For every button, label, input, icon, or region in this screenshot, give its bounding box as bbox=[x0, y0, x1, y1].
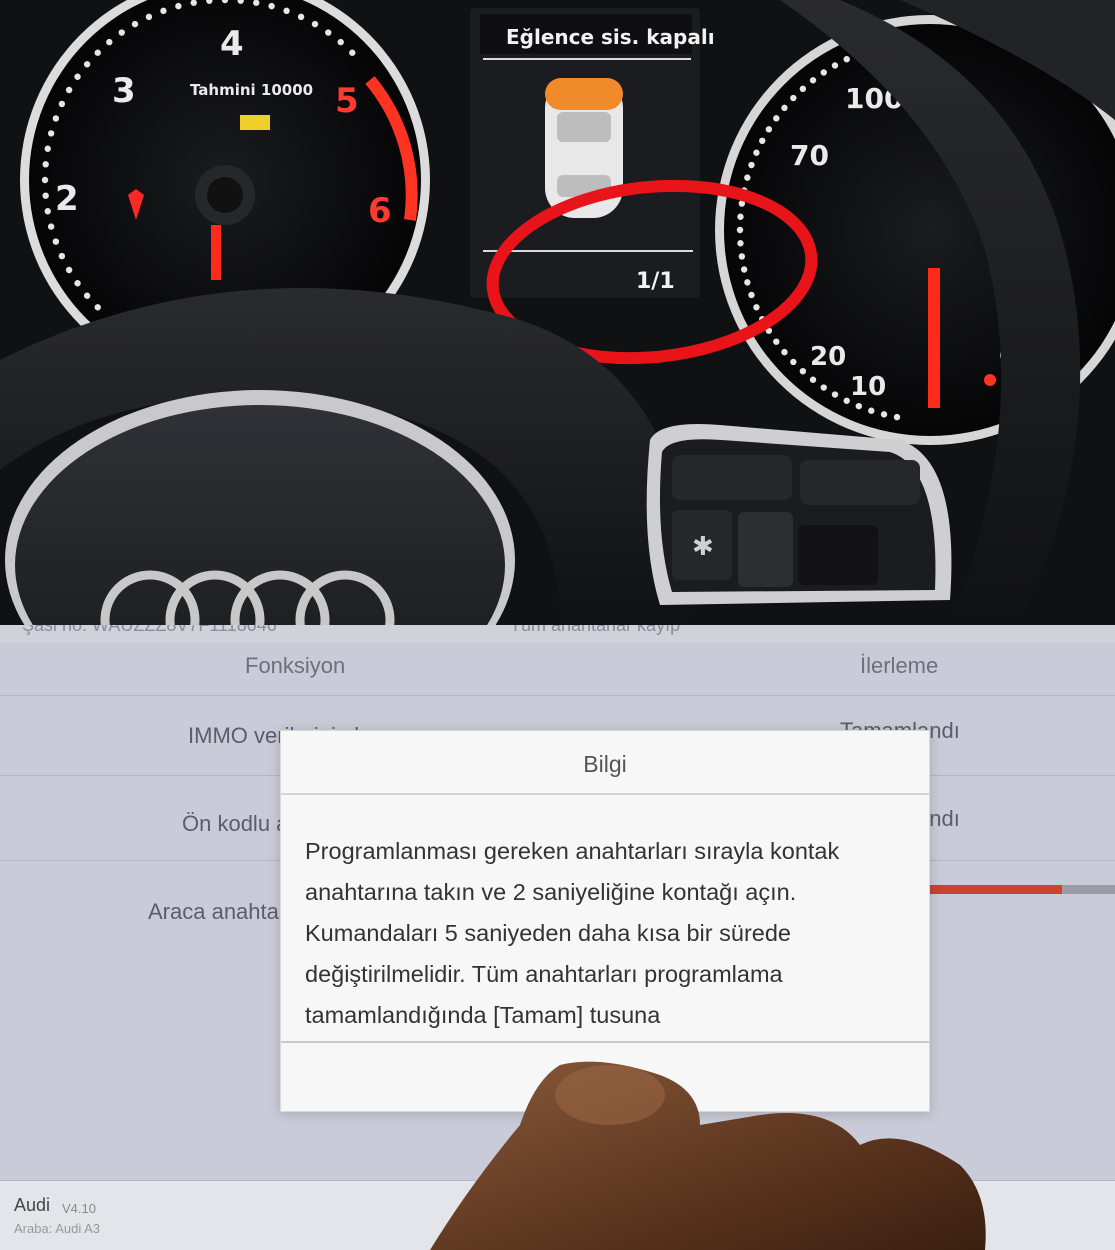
gauge-tick bbox=[58, 252, 66, 260]
gauge-tick bbox=[843, 56, 850, 63]
progress-bar bbox=[925, 885, 1115, 894]
gauge-tick bbox=[118, 29, 125, 36]
progress-bar-fill bbox=[925, 885, 1062, 894]
gauge-tick bbox=[42, 192, 49, 199]
gauge-tick bbox=[736, 226, 744, 234]
info-dialog: Bilgi Programlanması gereken anahtarları… bbox=[280, 730, 930, 1112]
gauge-tick bbox=[94, 304, 101, 311]
gauge-tick bbox=[880, 411, 888, 418]
gauge-tick bbox=[893, 413, 901, 421]
speed-mark-20: 20 bbox=[810, 342, 846, 372]
gauge-tick bbox=[748, 161, 755, 169]
gauge-tick bbox=[74, 73, 81, 80]
tach-mark-2: 2 bbox=[55, 179, 79, 219]
gauge-tick bbox=[855, 402, 863, 410]
tach-mark-5: 5 bbox=[335, 81, 359, 121]
tach-mark-4: 4 bbox=[220, 24, 244, 64]
gauge-tick bbox=[65, 266, 73, 274]
odometer-small: Tahmini 10000 bbox=[190, 81, 313, 99]
gauge-tick bbox=[781, 104, 788, 112]
gauge-tick bbox=[781, 348, 788, 356]
gauge-tick bbox=[325, 29, 332, 36]
gauge-tick bbox=[58, 100, 66, 108]
gauge-tick bbox=[773, 338, 780, 345]
vin-text: Şasi no: WAUZZZ8V7F1118046 bbox=[22, 625, 277, 635]
gauge-tick bbox=[748, 291, 755, 299]
steering-wheel-buttons: ✱ bbox=[646, 424, 952, 605]
gauge-tick bbox=[337, 38, 344, 46]
gauge-tick bbox=[47, 130, 55, 137]
gauge-tick bbox=[311, 20, 319, 28]
tach-mark-3: 3 bbox=[112, 71, 136, 111]
gauge-tick bbox=[737, 213, 744, 220]
dialog-message: Programlanması gereken anahtarları sıray… bbox=[305, 838, 840, 1028]
column-header-progress: İlerleme bbox=[860, 653, 939, 678]
speed-mark-70: 70 bbox=[790, 139, 829, 172]
ok-button[interactable]: Tamam bbox=[281, 1043, 929, 1111]
gauge-tick bbox=[765, 126, 773, 133]
header-divider bbox=[0, 695, 1115, 696]
tablet-screen: Şasi no: WAUZZZ8V7F1118046 Tüm anahtarla… bbox=[0, 625, 1115, 1250]
gauge-tick bbox=[799, 85, 807, 93]
mfd-header: Eğlence sis. kapalı bbox=[506, 25, 715, 49]
instrument-cluster-photo: Tahmini 10000 2 3 4 5 6 100 70 20 10 Eğl… bbox=[0, 0, 1115, 625]
gauge-tick bbox=[809, 77, 817, 84]
gauge-tick bbox=[868, 407, 875, 414]
gauge-tick bbox=[773, 115, 780, 122]
gauge-tick bbox=[160, 7, 167, 15]
gauge-tick bbox=[744, 279, 751, 286]
gauge-tick bbox=[790, 358, 797, 366]
gauge-tick bbox=[65, 86, 73, 94]
mfd-page-indicator: 1/1 bbox=[636, 269, 675, 294]
star-icon: ✱ bbox=[692, 531, 714, 561]
footer-bar: Audi V4.10 Araba: Audi A3 bbox=[0, 1180, 1115, 1250]
gauge-tick bbox=[738, 253, 746, 260]
gauge-tick bbox=[820, 384, 827, 391]
gauge-tick bbox=[175, 2, 182, 10]
gauge-tick bbox=[790, 94, 797, 102]
footer-version: V4.10 bbox=[62, 1201, 96, 1216]
gauge-tick bbox=[52, 115, 60, 122]
gauge-tick bbox=[131, 20, 139, 28]
gauge-tick bbox=[799, 367, 807, 375]
gauge-tick bbox=[753, 304, 760, 311]
gauge-tick bbox=[737, 240, 744, 247]
gauge-tick bbox=[268, 2, 275, 10]
mode-text: Tüm anahtarlar kayıp bbox=[510, 625, 681, 635]
gauge-tick bbox=[94, 49, 101, 56]
tach-mark-6: 6 bbox=[368, 191, 392, 231]
footer-model: Araba: Audi A3 bbox=[14, 1221, 101, 1236]
gauge-tick bbox=[83, 61, 91, 68]
gauge-tick bbox=[52, 238, 60, 245]
gauge-tick bbox=[349, 49, 356, 56]
footer-brand: Audi bbox=[14, 1195, 51, 1215]
gauge-tick bbox=[297, 13, 305, 21]
gauge-tick bbox=[753, 149, 760, 156]
dialog-divider bbox=[281, 793, 929, 795]
gauge-tick bbox=[809, 376, 817, 383]
gauge-tick bbox=[47, 223, 55, 230]
gauge-tick bbox=[74, 280, 81, 287]
gauge-tick bbox=[283, 7, 290, 15]
gauge-tick bbox=[820, 69, 827, 76]
check-engine-icon bbox=[240, 115, 270, 130]
column-header-function: Fonksiyon bbox=[245, 653, 346, 678]
gauge-tick bbox=[843, 397, 850, 404]
gauge-tick bbox=[759, 137, 766, 145]
gauge-tick bbox=[744, 174, 751, 181]
gauge-tick bbox=[44, 145, 51, 152]
gauge-tick bbox=[831, 391, 839, 398]
gauge-tick bbox=[831, 62, 839, 69]
gauge-tick bbox=[740, 266, 748, 273]
ok-button-label: Tamam bbox=[567, 1064, 643, 1090]
gauge-tick bbox=[106, 38, 113, 46]
gauge-tick bbox=[42, 161, 49, 168]
gauge-tick bbox=[145, 13, 153, 21]
speed-mark-10: 10 bbox=[850, 372, 886, 402]
gauge-tick bbox=[44, 208, 51, 215]
dialog-message-area[interactable]: Programlanması gereken anahtarları sıray… bbox=[305, 831, 905, 1031]
dialog-title: Bilgi bbox=[583, 751, 627, 777]
gauge-tick bbox=[41, 176, 49, 184]
gauge-tick bbox=[83, 292, 91, 299]
